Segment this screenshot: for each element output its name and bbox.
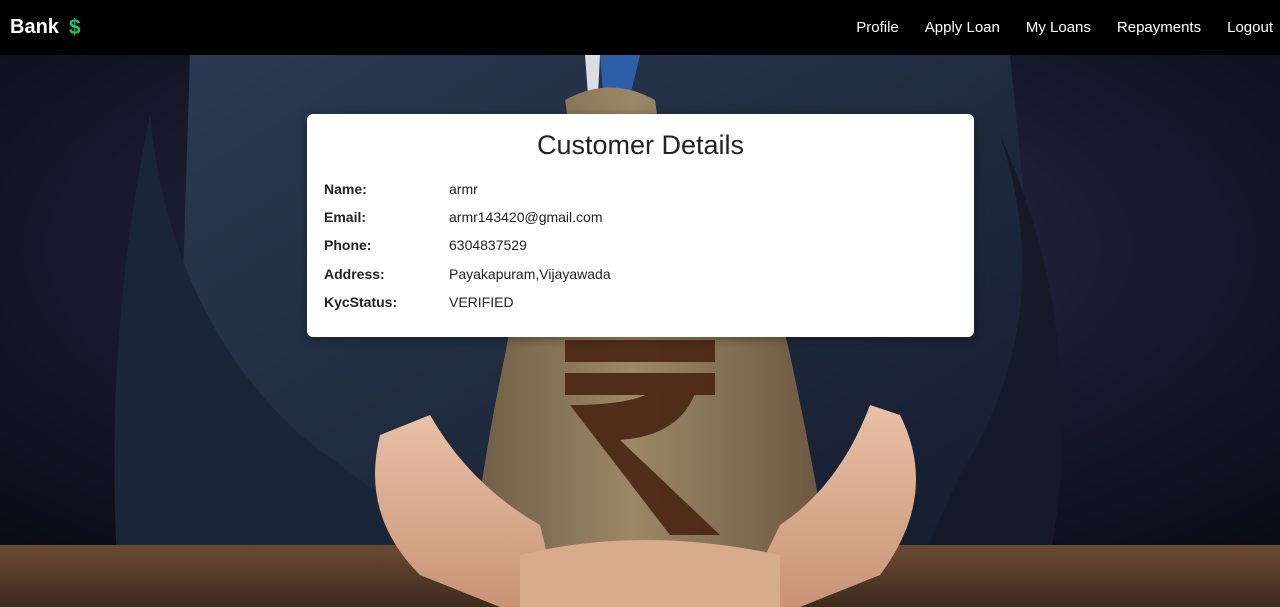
nav-link-my-loans[interactable]: My Loans <box>1026 19 1091 36</box>
nav-link-repayments[interactable]: Repayments <box>1117 19 1201 36</box>
detail-row-address: Address: Payakapuram,Vijayawada <box>324 264 611 284</box>
detail-label: Name: <box>324 181 367 197</box>
detail-row-email: Email: armr143420@gmail.com <box>324 207 603 227</box>
dollar-icon: $ <box>68 15 81 39</box>
detail-row-phone: Phone: 6304837529 <box>324 235 527 255</box>
detail-row-name: Name: armr <box>324 179 478 199</box>
detail-label: Address: <box>324 266 385 282</box>
customer-details-card: Customer Details Name: armr Email: armr1… <box>307 114 974 337</box>
detail-row-kyc-status: KycStatus: VERIFIED <box>324 292 514 312</box>
detail-value: 6304837529 <box>449 237 527 253</box>
nav-link-logout[interactable]: Logout <box>1227 19 1273 36</box>
detail-value: Payakapuram,Vijayawada <box>449 266 611 282</box>
nav-links: Profile Apply Loan My Loans Repayments L… <box>830 19 1273 36</box>
top-navbar: Bank $ Profile Apply Loan My Loans Repay… <box>0 0 1280 55</box>
card-title: Customer Details <box>536 130 745 160</box>
detail-value: VERIFIED <box>449 294 514 310</box>
detail-label: KycStatus: <box>324 294 398 310</box>
nav-link-apply-loan[interactable]: Apply Loan <box>925 19 1000 36</box>
brand-name[interactable]: Bank <box>10 16 59 39</box>
nav-link-profile[interactable]: Profile <box>856 19 899 36</box>
detail-value: armr <box>449 181 478 197</box>
brand[interactable]: Bank $ <box>10 16 81 40</box>
detail-label: Phone: <box>324 237 372 253</box>
detail-label: Email: <box>324 209 367 225</box>
detail-value: armr143420@gmail.com <box>449 209 603 225</box>
